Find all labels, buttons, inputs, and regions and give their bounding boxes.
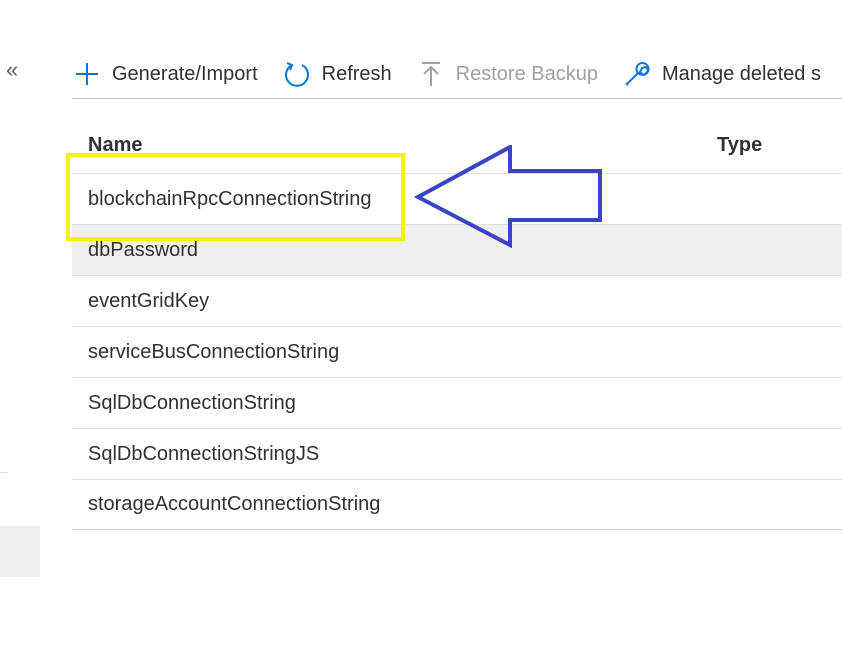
upload-icon	[416, 59, 446, 89]
table-row[interactable]: storageAccountConnectionString	[72, 479, 842, 530]
generate-import-button[interactable]: Generate/Import	[72, 59, 258, 89]
table-row[interactable]: SqlDbConnectionString	[72, 377, 842, 428]
restore-backup-label: Restore Backup	[455, 62, 598, 85]
wrench-icon	[622, 59, 652, 89]
refresh-button[interactable]: Refresh	[282, 59, 392, 89]
generate-import-label: Generate/Import	[112, 62, 258, 85]
highlight-box	[66, 153, 405, 241]
sidebar-divider	[0, 472, 8, 473]
plus-icon	[72, 59, 102, 89]
column-header-type[interactable]: Type	[717, 134, 762, 157]
toolbar-divider	[72, 98, 842, 99]
table-row[interactable]: SqlDbConnectionStringJS	[72, 428, 842, 479]
table-row[interactable]: serviceBusConnectionString	[72, 326, 842, 377]
restore-backup-button[interactable]: Restore Backup	[416, 59, 598, 89]
left-arrow-icon	[414, 145, 602, 249]
collapse-sidebar-button[interactable]: «	[6, 56, 26, 84]
sidebar-selected-item[interactable]	[0, 526, 40, 577]
command-toolbar: Generate/Import Refresh Restore Backup M…	[72, 50, 842, 98]
manage-deleted-button[interactable]: Manage deleted s	[622, 59, 821, 89]
refresh-icon	[282, 59, 312, 89]
manage-deleted-label: Manage deleted s	[661, 62, 821, 85]
table-row[interactable]: eventGridKey	[72, 275, 842, 326]
refresh-label: Refresh	[321, 62, 392, 85]
